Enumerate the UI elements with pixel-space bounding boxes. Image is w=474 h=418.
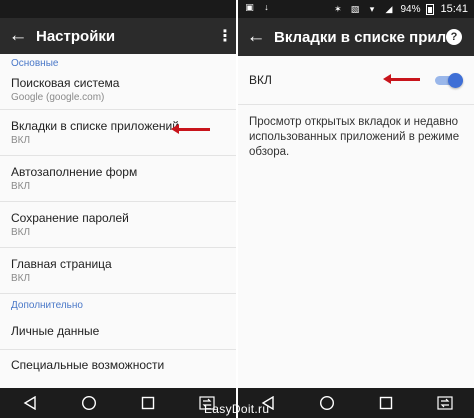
help-icon[interactable]: ? <box>446 29 462 45</box>
settings-item-save-passwords[interactable]: Сохранение паролей ВКЛ <box>0 202 236 248</box>
vibrate-icon: ▧ <box>350 4 360 14</box>
item-title: Поисковая система <box>11 75 120 90</box>
navigation-bar <box>0 388 236 418</box>
item-subtitle: ВКЛ <box>11 272 31 284</box>
item-title: Сохранение паролей <box>11 210 129 225</box>
section-header-advanced: Дополнительно <box>11 300 83 311</box>
item-title: Автозаполнение форм <box>11 164 138 179</box>
image-notification-icon: ▣ <box>245 2 254 12</box>
bluetooth-icon: ✶ <box>334 4 342 14</box>
left-screen: ← Настройки ⋮ Основные Поисковая система… <box>0 0 236 418</box>
settings-item-search-engine[interactable]: Поисковая система Google (google.com) <box>0 70 236 110</box>
nav-home-icon[interactable] <box>78 392 100 414</box>
page-title: Настройки <box>36 27 116 45</box>
status-bar: ▣ ↓ ✶ ▧ ▾ ◢ 94% 15:41 <box>238 0 474 18</box>
page-title: Вкладки в списке прило <box>274 28 446 46</box>
settings-item-autofill[interactable]: Автозаполнение форм ВКЛ <box>0 156 236 202</box>
item-subtitle: ВКЛ <box>11 134 31 146</box>
setting-description: Просмотр открытых вкладок и недавно испо… <box>249 116 460 158</box>
item-subtitle: ВКЛ <box>11 180 31 192</box>
nav-back-icon[interactable] <box>19 392 41 414</box>
signal-icon: ◢ <box>385 4 393 14</box>
right-screen: ▣ ↓ ✶ ▧ ▾ ◢ 94% 15:41 ← Вкладки в списке… <box>238 0 474 418</box>
wifi-icon: ▾ <box>369 4 375 14</box>
detail-toolbar: ← Вкладки в списке прило ? <box>238 18 474 56</box>
settings-item-privacy[interactable]: Личные данные <box>0 314 236 350</box>
item-title: Главная страница <box>11 256 112 271</box>
item-subtitle: Google (google.com) <box>11 91 105 103</box>
item-title: Специальные возможности <box>11 357 165 372</box>
overflow-menu-icon[interactable]: ⋮ <box>214 26 236 46</box>
battery-percent: 94% <box>400 3 421 15</box>
navigation-bar <box>238 388 474 418</box>
nav-home-icon[interactable] <box>316 392 338 414</box>
item-subtitle: ВКЛ <box>11 226 31 238</box>
item-title: Вкладки в списке приложений <box>11 118 179 133</box>
tabs-in-apps-toggle-row[interactable]: ВКЛ <box>238 56 474 105</box>
download-notification-icon: ↓ <box>264 2 269 12</box>
nav-recents-icon[interactable] <box>137 392 159 414</box>
section-header-basic: Основные <box>11 58 59 69</box>
watermark: EasyDoit.ru <box>204 402 270 416</box>
battery-icon <box>426 3 435 15</box>
settings-toolbar: ← Настройки ⋮ <box>0 18 236 54</box>
switch-knob <box>448 73 463 88</box>
item-title: Личные данные <box>11 324 100 338</box>
nav-switch-icon[interactable] <box>434 392 456 414</box>
settings-item-tabs-in-apps[interactable]: Вкладки в списке приложений ВКЛ <box>0 110 236 156</box>
status-bar <box>0 0 236 18</box>
arrow-left-icon[interactable]: ← <box>0 18 36 54</box>
annotation-arrow <box>171 124 210 134</box>
settings-item-homepage[interactable]: Главная страница ВКЛ <box>0 248 236 294</box>
settings-item-accessibility[interactable]: Специальные возможности <box>0 350 236 380</box>
nav-recents-icon[interactable] <box>375 392 397 414</box>
tabs-in-apps-switch[interactable] <box>435 73 463 88</box>
annotation-arrow <box>383 74 420 84</box>
arrow-left-icon[interactable]: ← <box>238 19 274 55</box>
clock: 15:41 <box>440 3 468 15</box>
